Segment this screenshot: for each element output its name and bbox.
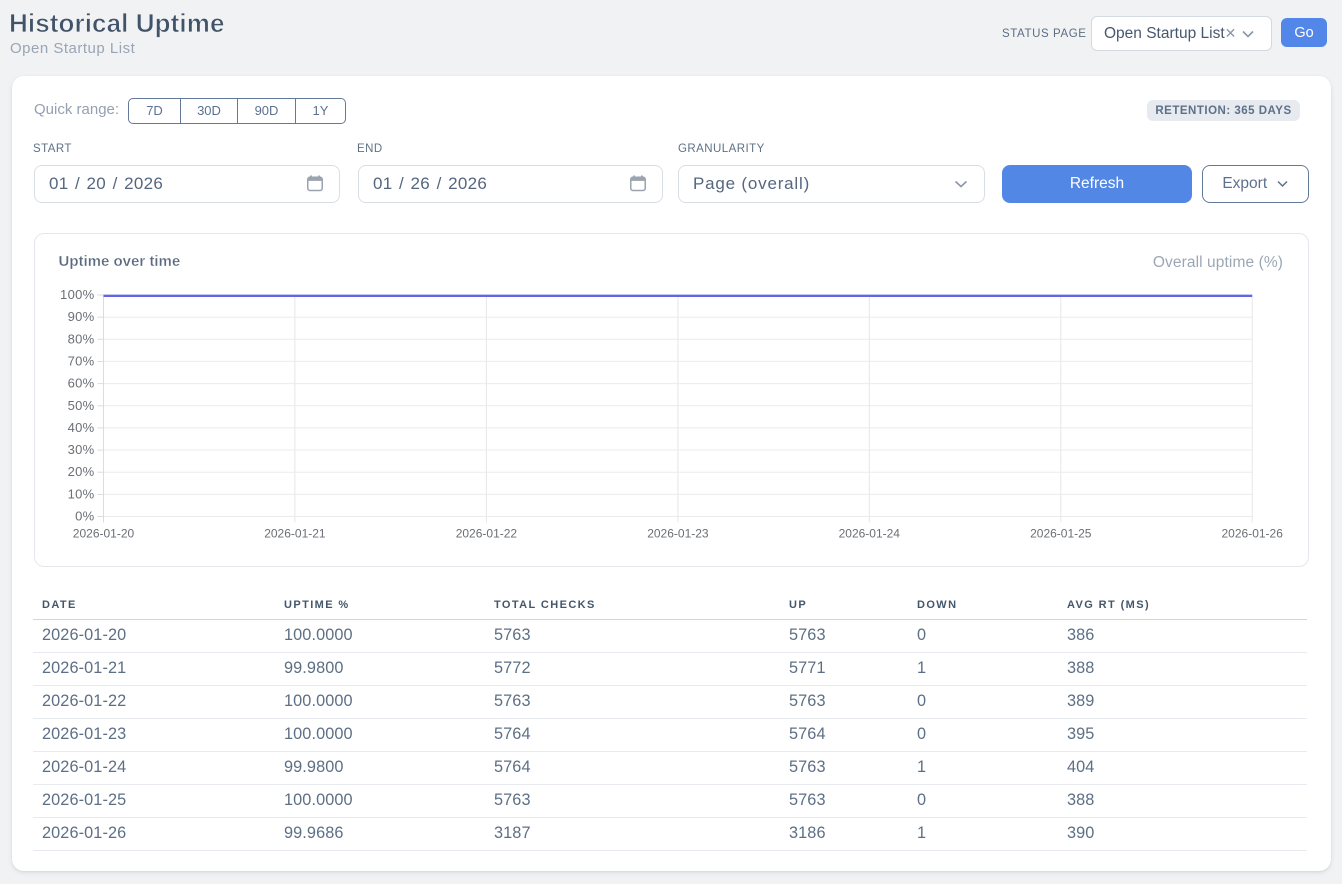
- svg-text:50%: 50%: [68, 398, 95, 413]
- svg-text:80%: 80%: [68, 331, 95, 346]
- svg-text:2026-01-24: 2026-01-24: [839, 527, 901, 541]
- svg-text:100%: 100%: [60, 287, 95, 302]
- svg-text:0%: 0%: [75, 509, 95, 524]
- svg-text:20%: 20%: [68, 464, 95, 479]
- svg-text:2026-01-21: 2026-01-21: [264, 527, 326, 541]
- svg-text:2026-01-23: 2026-01-23: [647, 527, 709, 541]
- svg-text:30%: 30%: [68, 442, 95, 457]
- svg-text:40%: 40%: [68, 420, 95, 435]
- svg-text:90%: 90%: [68, 309, 95, 324]
- svg-text:10%: 10%: [68, 486, 95, 501]
- svg-text:2026-01-26: 2026-01-26: [1222, 527, 1284, 541]
- svg-text:70%: 70%: [68, 354, 95, 369]
- svg-text:2026-01-20: 2026-01-20: [73, 527, 135, 541]
- svg-text:2026-01-25: 2026-01-25: [1030, 527, 1092, 541]
- svg-text:60%: 60%: [68, 376, 95, 391]
- svg-text:2026-01-22: 2026-01-22: [456, 527, 518, 541]
